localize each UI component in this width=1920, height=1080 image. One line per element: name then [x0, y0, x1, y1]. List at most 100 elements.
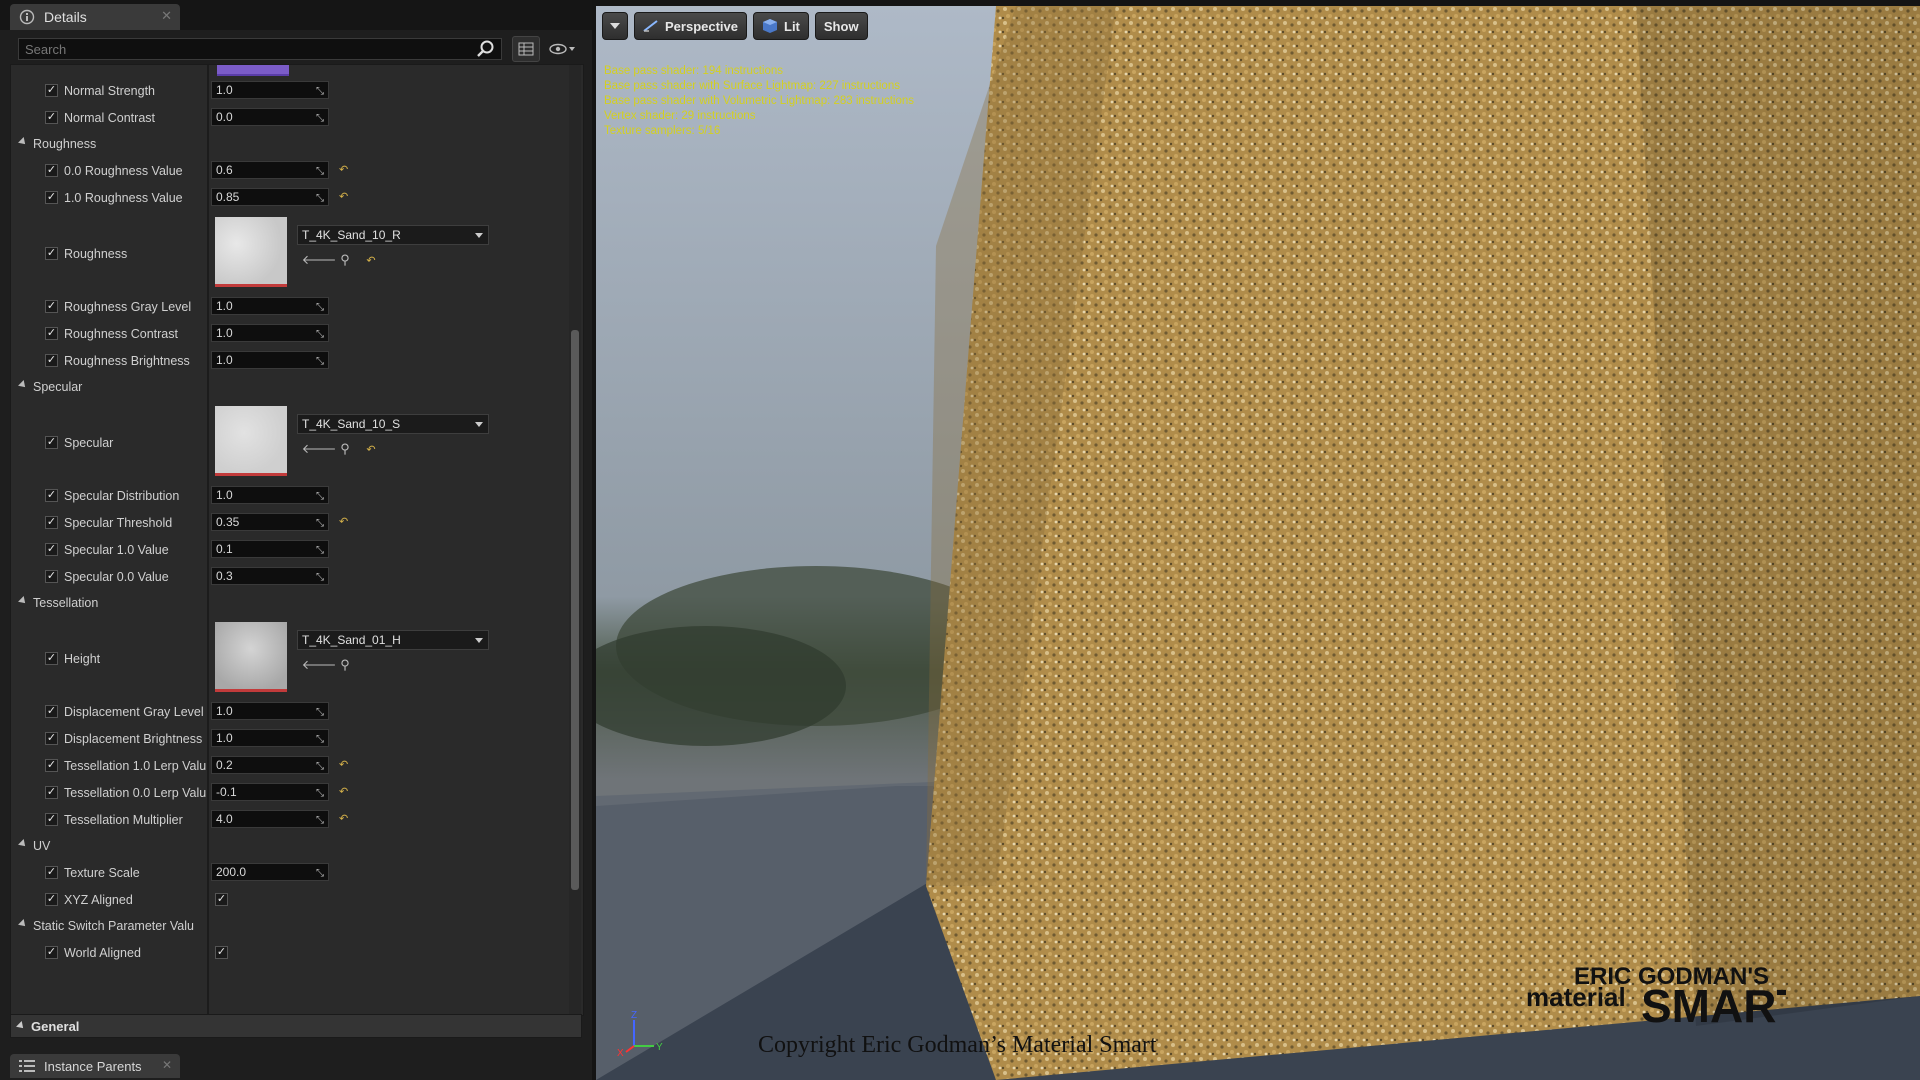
use-selected-arrow-icon[interactable]: 🡐 [302, 441, 337, 457]
reset-to-default-icon[interactable]: ↶ [363, 441, 379, 457]
checkbox[interactable]: ✓ [45, 813, 58, 826]
drag-icon[interactable]: ⤡ [316, 191, 324, 204]
close-icon[interactable]: ✕ [161, 8, 172, 24]
drag-icon[interactable]: ⤡ [316, 354, 324, 367]
search-icon[interactable] [476, 39, 498, 59]
expand-arrow-icon[interactable] [18, 839, 28, 849]
value-field[interactable]: 0.6 ⤡ [211, 161, 329, 179]
checkbox[interactable]: ✓ [45, 652, 58, 665]
reset-to-default-icon[interactable]: ↶ [339, 813, 351, 825]
checkbox[interactable]: ✓ [45, 84, 58, 97]
drag-icon[interactable]: ⤡ [316, 516, 324, 529]
value-field[interactable]: 1.0 ⤡ [211, 297, 329, 315]
value-field[interactable]: 1.0 ⤡ [211, 702, 329, 720]
value-field[interactable]: 1.0 ⤡ [211, 81, 329, 99]
drag-icon[interactable]: ⤡ [316, 759, 324, 772]
value-field[interactable]: 0.3 ⤡ [211, 567, 329, 585]
property-matrix-button[interactable] [512, 36, 540, 62]
texture-thumbnail[interactable] [215, 406, 287, 476]
search-input[interactable]: Search [18, 38, 502, 60]
lit-button[interactable]: Lit [753, 12, 809, 40]
color-swatch[interactable] [217, 65, 289, 76]
browse-search-icon[interactable]: ⚲ [337, 252, 353, 268]
drag-icon[interactable]: ⤡ [316, 111, 324, 124]
checkbox[interactable]: ✓ [45, 866, 58, 879]
texture-dropdown[interactable]: T_4K_Sand_01_H [297, 630, 489, 650]
value-field[interactable]: 1.0 ⤡ [211, 729, 329, 747]
checkbox[interactable]: ✓ [45, 489, 58, 502]
reset-to-default-icon[interactable]: ↶ [339, 164, 351, 176]
reset-to-default-icon[interactable]: ↶ [339, 786, 351, 798]
category-roughness[interactable]: Roughness [11, 131, 566, 157]
expand-arrow-icon[interactable] [16, 1021, 26, 1031]
checkbox[interactable]: ✓ [45, 570, 58, 583]
category-static-switch[interactable]: Static Switch Parameter Valu [11, 913, 566, 939]
use-selected-arrow-icon[interactable]: 🡐 [302, 252, 337, 268]
viewport-options-button[interactable] [602, 12, 628, 40]
drag-icon[interactable]: ⤡ [316, 813, 324, 826]
checkbox[interactable]: ✓ [45, 786, 58, 799]
details-tab[interactable]: Details ✕ [10, 4, 180, 30]
checkbox[interactable]: ✓ [45, 705, 58, 718]
show-button[interactable]: Show [814, 12, 868, 40]
category-specular[interactable]: Specular [11, 374, 566, 400]
browse-search-icon[interactable]: ⚲ [337, 441, 353, 457]
value-checkbox[interactable]: ✓ [215, 893, 228, 906]
reset-to-default-icon[interactable]: ↶ [363, 252, 379, 268]
checkbox[interactable]: ✓ [45, 516, 58, 529]
perspective-button[interactable]: Perspective [634, 12, 747, 40]
value-field[interactable]: 4.0 ⤡ [211, 810, 329, 828]
view-options-button[interactable] [546, 36, 580, 62]
checkbox[interactable]: ✓ [45, 946, 58, 959]
checkbox[interactable]: ✓ [45, 247, 58, 260]
drag-icon[interactable]: ⤡ [316, 866, 324, 879]
texture-thumbnail[interactable] [215, 217, 287, 287]
expand-arrow-icon[interactable] [18, 380, 28, 390]
texture-thumbnail[interactable] [215, 622, 287, 692]
category-uv[interactable]: UV [11, 833, 566, 859]
checkbox[interactable]: ✓ [45, 300, 58, 313]
instance-parents-tab[interactable]: Instance Parents ✕ [10, 1054, 180, 1078]
expand-arrow-icon[interactable] [18, 596, 28, 606]
reset-to-default-icon[interactable]: ↶ [339, 191, 351, 203]
drag-icon[interactable]: ⤡ [316, 489, 324, 502]
checkbox[interactable]: ✓ [45, 164, 58, 177]
drag-icon[interactable]: ⤡ [316, 84, 324, 97]
viewport[interactable]: Perspective Lit Show Base pass shader: 1… [596, 6, 1920, 1080]
expand-arrow-icon[interactable] [18, 137, 28, 147]
checkbox[interactable]: ✓ [45, 759, 58, 772]
checkbox[interactable]: ✓ [45, 111, 58, 124]
browse-search-icon[interactable]: ⚲ [337, 657, 353, 673]
drag-icon[interactable]: ⤡ [316, 300, 324, 313]
drag-icon[interactable]: ⤡ [316, 543, 324, 556]
close-icon[interactable]: ✕ [162, 1058, 172, 1072]
value-field[interactable]: 0.2 ⤡ [211, 756, 329, 774]
value-field[interactable]: -0.1 ⤡ [211, 783, 329, 801]
category-tessellation[interactable]: Tessellation [11, 590, 566, 616]
drag-icon[interactable]: ⤡ [316, 164, 324, 177]
value-field[interactable]: 1.0 ⤡ [211, 486, 329, 504]
texture-dropdown[interactable]: T_4K_Sand_10_R [297, 225, 489, 245]
value-field[interactable]: 0.1 ⤡ [211, 540, 329, 558]
reset-to-default-icon[interactable]: ↶ [339, 516, 351, 528]
scrollbar-thumb[interactable] [571, 330, 579, 890]
checkbox[interactable]: ✓ [45, 732, 58, 745]
value-field[interactable]: 1.0 ⤡ [211, 351, 329, 369]
checkbox[interactable]: ✓ [45, 354, 58, 367]
expand-arrow-icon[interactable] [18, 919, 28, 929]
scrollbar[interactable] [569, 65, 581, 1015]
drag-icon[interactable]: ⤡ [316, 327, 324, 340]
value-field[interactable]: 1.0 ⤡ [211, 324, 329, 342]
checkbox[interactable]: ✓ [45, 436, 58, 449]
value-field[interactable]: 200.0 ⤡ [211, 863, 329, 881]
use-selected-arrow-icon[interactable]: 🡐 [302, 657, 337, 673]
drag-icon[interactable]: ⤡ [316, 705, 324, 718]
category-general[interactable]: General [10, 1014, 582, 1038]
value-field[interactable]: 0.0 ⤡ [211, 108, 329, 126]
drag-icon[interactable]: ⤡ [316, 786, 324, 799]
value-field[interactable]: 0.35 ⤡ [211, 513, 329, 531]
checkbox[interactable]: ✓ [45, 327, 58, 340]
checkbox[interactable]: ✓ [45, 893, 58, 906]
texture-dropdown[interactable]: T_4K_Sand_10_S [297, 414, 489, 434]
value-field[interactable]: 0.85 ⤡ [211, 188, 329, 206]
